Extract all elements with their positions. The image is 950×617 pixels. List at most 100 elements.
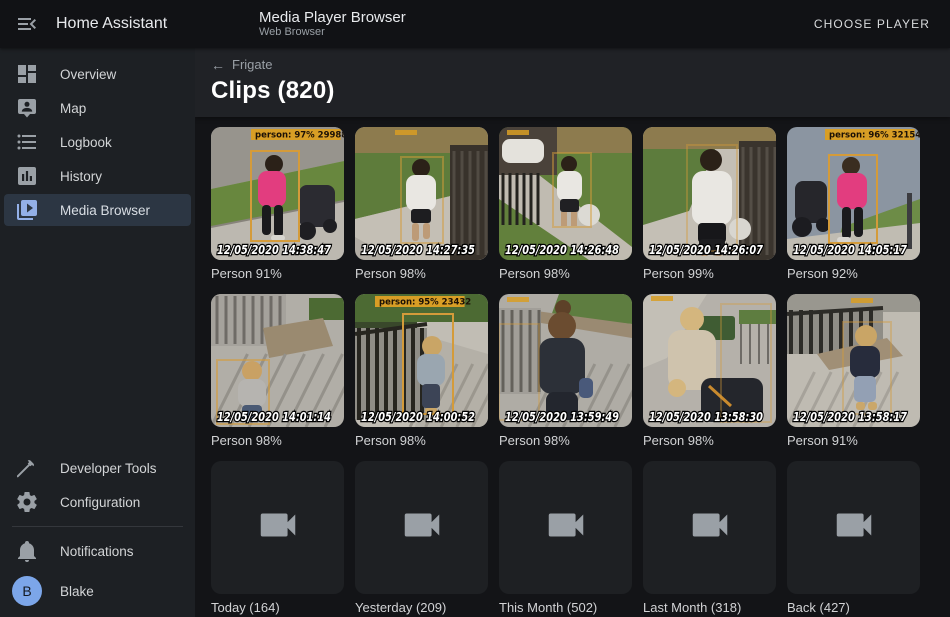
- clip-thumbnail[interactable]: 12/05/2020 14:01:14: [211, 294, 344, 427]
- clip-card-2[interactable]: 12/05/2020 14:27:35 Person 98%: [355, 127, 488, 281]
- app-shell: Overview Map Logbook History Media Brows…: [0, 48, 950, 617]
- clip-card-8[interactable]: 12/05/2020 13:59:49 Person 98%: [499, 294, 632, 448]
- page-title: Media Player Browser: [259, 9, 406, 26]
- sidebar-item-developer-tools[interactable]: Developer Tools: [4, 452, 191, 484]
- clip-caption: Person 92%: [787, 266, 920, 281]
- folder-card-last-month[interactable]: Last Month (318): [643, 461, 776, 615]
- folder-thumbnail[interactable]: [211, 461, 344, 594]
- folder-card-this-month[interactable]: This Month (502): [499, 461, 632, 615]
- clip-card-5[interactable]: person: 96% 3215412/05/2020 14:05:17 Per…: [787, 127, 920, 281]
- sidebar-item-notifications[interactable]: Notifications: [4, 535, 191, 567]
- folder-label: Last Month (318): [643, 600, 776, 615]
- clip-caption: Person 98%: [355, 433, 488, 448]
- breadcrumb-back[interactable]: ← Frigate: [211, 57, 272, 72]
- video-icon: [399, 502, 445, 553]
- breadcrumb-label: Frigate: [232, 57, 272, 72]
- clip-caption: Person 98%: [499, 433, 632, 448]
- clip-thumbnail[interactable]: 12/05/2020 14:26:07: [643, 127, 776, 260]
- clip-caption: Person 98%: [355, 266, 488, 281]
- sidebar-spacer: [0, 228, 195, 450]
- sidebar-divider: [12, 526, 183, 527]
- clip-timestamp-overlay: 12/05/2020 14:01:14: [217, 410, 331, 424]
- sidebar-item-label: Configuration: [60, 495, 140, 510]
- clip-card-3[interactable]: 12/05/2020 14:26:48 Person 98%: [499, 127, 632, 281]
- svg-text:person: 97% 29988: person: 97% 29988: [255, 131, 344, 141]
- sidebar-item-label: Logbook: [60, 135, 112, 150]
- clip-thumbnail[interactable]: person: 97% 2998812/05/2020 14:38:47: [211, 127, 344, 260]
- account-location-icon: [15, 96, 39, 120]
- clip-timestamp-overlay: 12/05/2020 13:59:49: [505, 410, 619, 424]
- sidebar-item-label: History: [60, 169, 102, 184]
- video-icon: [543, 502, 589, 553]
- sidebar-toggle-button[interactable]: [15, 12, 39, 36]
- video-icon: [687, 502, 733, 553]
- folder-thumbnail[interactable]: [787, 461, 920, 594]
- clip-timestamp-overlay: 12/05/2020 14:00:52: [361, 410, 475, 424]
- sidebar-item-label: Notifications: [60, 544, 134, 559]
- svg-text:person: 96% 32154: person: 96% 32154: [829, 131, 920, 141]
- clip-timestamp-overlay: 12/05/2020 14:26:48: [505, 243, 619, 257]
- sidebar-item-map[interactable]: Map: [4, 92, 191, 124]
- sidebar-item-label: Overview: [60, 67, 116, 82]
- clip-card-7[interactable]: person: 95% 23432 12/05/2020 14:00:52 Per…: [355, 294, 488, 448]
- clip-card-9[interactable]: 12/05/2020 13:58:30 Person 98%: [643, 294, 776, 448]
- clip-thumbnail[interactable]: person: 96% 3215412/05/2020 14:05:17: [787, 127, 920, 260]
- sidebar-item-logbook[interactable]: Logbook: [4, 126, 191, 158]
- clip-card-1[interactable]: person: 97% 2998812/05/2020 14:38:47 Per…: [211, 127, 344, 281]
- app-title: Home Assistant: [56, 15, 167, 33]
- clip-thumbnail[interactable]: 12/05/2020 13:58:17: [787, 294, 920, 427]
- clip-thumbnail[interactable]: 12/05/2020 14:26:48: [499, 127, 632, 260]
- sidebar: Overview Map Logbook History Media Brows…: [0, 48, 195, 617]
- sidebar-item-history[interactable]: History: [4, 160, 191, 192]
- avatar: B: [12, 576, 42, 606]
- folder-label: This Month (502): [499, 600, 632, 615]
- sidebar-item-label: Media Browser: [60, 203, 150, 218]
- sidebar-item-overview[interactable]: Overview: [4, 58, 191, 90]
- clip-thumbnail[interactable]: 12/05/2020 13:59:49: [499, 294, 632, 427]
- clip-caption: Person 99%: [643, 266, 776, 281]
- clip-caption: Person 98%: [499, 266, 632, 281]
- view-dashboard-icon: [15, 62, 39, 86]
- folder-card-today[interactable]: Today (164): [211, 461, 344, 615]
- clip-thumbnail[interactable]: 12/05/2020 14:27:35: [355, 127, 488, 260]
- sidebar-item-label: Map: [60, 101, 86, 116]
- folder-card-yesterday[interactable]: Yesterday (209): [355, 461, 488, 615]
- video-icon: [831, 502, 877, 553]
- topbar-left: Home Assistant: [0, 12, 195, 36]
- sidebar-item-profile[interactable]: B Blake: [4, 571, 191, 611]
- home-assistant-app: Home Assistant Media Player Browser Web …: [0, 0, 950, 617]
- format-list-bulleted-icon: [15, 130, 39, 154]
- sidebar-main-nav: Overview Map Logbook History Media Brows…: [0, 56, 195, 228]
- media-grid: person: 97% 2998812/05/2020 14:38:47 Per…: [195, 117, 950, 615]
- choose-player-button[interactable]: CHOOSE PLAYER: [808, 16, 936, 32]
- bell-icon: [15, 539, 39, 563]
- clip-caption: Person 98%: [211, 433, 344, 448]
- sidebar-item-label: Developer Tools: [60, 461, 157, 476]
- clip-timestamp-overlay: 12/05/2020 14:26:07: [649, 243, 764, 257]
- cog-icon: [15, 490, 39, 514]
- sidebar-item-configuration[interactable]: Configuration: [4, 486, 191, 518]
- clip-card-10[interactable]: 12/05/2020 13:58:17 Person 91%: [787, 294, 920, 448]
- folder-thumbnail[interactable]: [355, 461, 488, 594]
- sidebar-bottom-nav: Developer Tools Configuration: [0, 450, 195, 520]
- clip-timestamp-overlay: 12/05/2020 13:58:17: [793, 410, 908, 424]
- chart-box-icon: [15, 164, 39, 188]
- top-app-bar: Home Assistant Media Player Browser Web …: [0, 0, 950, 48]
- back-arrow-icon: ←: [211, 58, 225, 72]
- play-box-multiple-icon: [15, 198, 39, 222]
- clip-card-4[interactable]: 12/05/2020 14:26:07 Person 99%: [643, 127, 776, 281]
- clip-timestamp-overlay: 12/05/2020 13:58:30: [649, 410, 763, 424]
- svg-text:person: 95% 23432: person: 95% 23432: [379, 298, 471, 308]
- page-heading: Clips (820): [211, 77, 934, 105]
- folder-thumbnail[interactable]: [643, 461, 776, 594]
- clip-thumbnail[interactable]: person: 95% 23432 12/05/2020 14:00:52: [355, 294, 488, 427]
- sidebar-item-media-browser[interactable]: Media Browser: [4, 194, 191, 226]
- clip-card-6[interactable]: 12/05/2020 14:01:14 Person 98%: [211, 294, 344, 448]
- folder-thumbnail[interactable]: [499, 461, 632, 594]
- folder-label: Yesterday (209): [355, 600, 488, 615]
- folder-label: Today (164): [211, 600, 344, 615]
- folder-card-back[interactable]: Back (427): [787, 461, 920, 615]
- clip-caption: Person 98%: [643, 433, 776, 448]
- clip-thumbnail[interactable]: 12/05/2020 13:58:30: [643, 294, 776, 427]
- video-icon: [255, 502, 301, 553]
